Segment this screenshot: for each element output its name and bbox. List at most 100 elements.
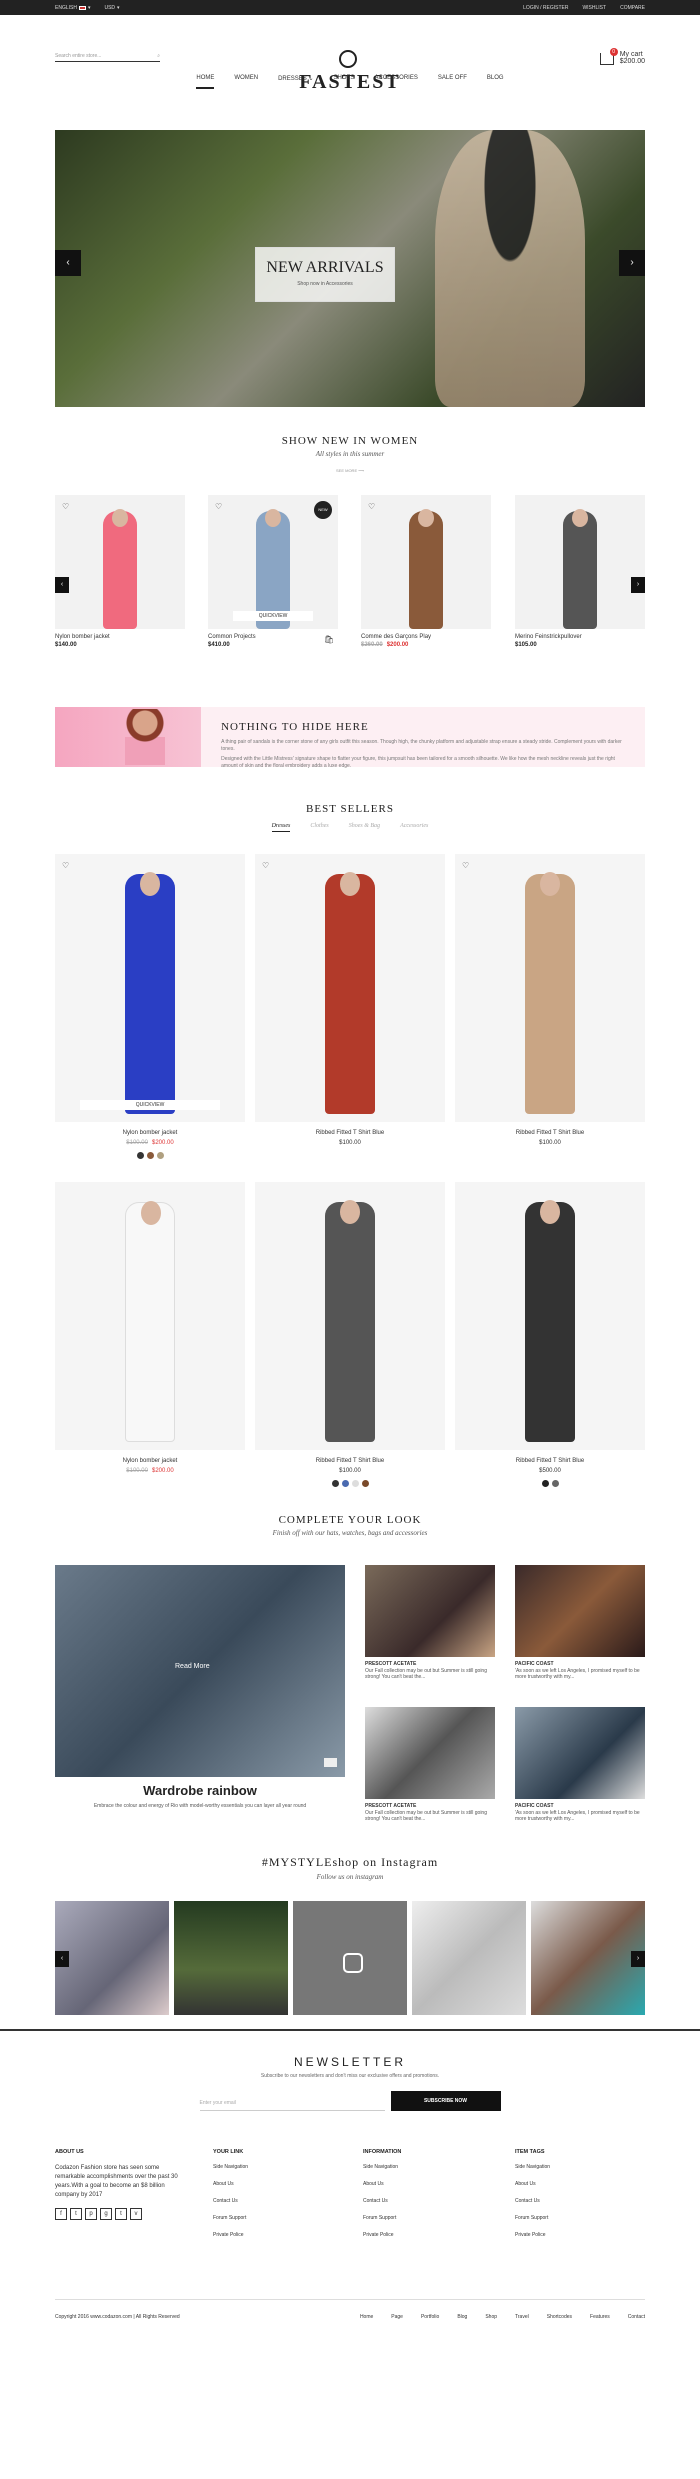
quickview-button[interactable]: QUICKVIEW	[80, 1100, 220, 1110]
product-image[interactable]	[255, 1182, 445, 1450]
footer-link[interactable]: About Us	[515, 2181, 645, 2187]
swatch[interactable]	[156, 1152, 164, 1159]
product-image[interactable]: ♡	[361, 495, 491, 629]
login-link[interactable]: LOGIN / REGISTER	[523, 5, 568, 11]
footer-link[interactable]: Private Police	[213, 2232, 343, 2238]
blog-post[interactable]: PRESCOTT ACETATE Our Fall collection may…	[365, 1707, 495, 1822]
blog-title[interactable]: PACIFIC COAST	[515, 1661, 645, 1667]
hero-caption[interactable]: NEW ARRIVALS Shop now in Accessories	[255, 247, 395, 302]
prev-arrow-icon[interactable]: ‹	[55, 250, 81, 276]
footer-link[interactable]: Contact Us	[213, 2198, 343, 2204]
email-field[interactable]: Enter your email	[199, 2091, 385, 2111]
subscribe-button[interactable]: SUBSCRIBE NOW	[390, 2091, 501, 2111]
tab-accessories[interactable]: Accessories	[400, 823, 428, 832]
bottom-link[interactable]: Shop	[485, 2314, 497, 2320]
swatch[interactable]	[361, 1480, 369, 1487]
swatch[interactable]	[331, 1480, 339, 1487]
product-name[interactable]: Comme des Garçons Play	[361, 634, 491, 640]
blog-title[interactable]: PACIFIC COAST	[515, 1803, 645, 1809]
bottom-link[interactable]: Home	[360, 2314, 373, 2320]
facebook-icon[interactable]: f	[55, 2208, 67, 2220]
search-input[interactable]: Search entire store... ⌕	[55, 53, 160, 62]
bottom-link[interactable]: Portfolio	[421, 2314, 439, 2320]
tumblr-icon[interactable]: t	[115, 2208, 127, 2220]
footer-link[interactable]: About Us	[363, 2181, 493, 2187]
bag-icon[interactable]: 🛍	[324, 635, 334, 644]
blog-post[interactable]: PACIFIC COAST 'As soon as we left Los An…	[515, 1565, 645, 1680]
product-card[interactable]: ♡ QUICKVIEW Nylon bomber jacket $100.00 $2…	[55, 854, 245, 1159]
product-card[interactable]: ♡ Ribbed Fitted T Shirt Blue $100.00	[255, 854, 445, 1146]
twitter-icon[interactable]: t	[70, 2208, 82, 2220]
product-card[interactable]: Merino Feinstrickpullover $105.00	[515, 495, 645, 648]
bottom-link[interactable]: Travel	[515, 2314, 529, 2320]
instagram-photo[interactable]	[293, 1901, 407, 2015]
heart-icon[interactable]: ♡	[262, 861, 269, 870]
product-image[interactable]: ♡	[255, 854, 445, 1122]
currency-selector[interactable]: USD ▾	[104, 5, 119, 11]
heart-icon[interactable]: ♡	[62, 502, 69, 511]
footer-link[interactable]: Forum Support	[363, 2215, 493, 2221]
blog-image[interactable]	[515, 1707, 645, 1799]
bottom-link[interactable]: Blog	[457, 2314, 467, 2320]
blog-image[interactable]	[365, 1565, 495, 1657]
instagram-photo[interactable]	[55, 1901, 169, 2015]
product-card[interactable]: ♡ Comme des Garçons Play $260.00 $200.00	[361, 495, 491, 648]
footer-link[interactable]: Side Navigation	[363, 2164, 493, 2170]
product-image[interactable]	[455, 1182, 645, 1450]
blog-big-image[interactable]: Read More	[55, 1565, 345, 1777]
quickview-button[interactable]: QUICKVIEW	[233, 611, 313, 621]
next-arrow-icon[interactable]: ›	[619, 250, 645, 276]
heart-icon[interactable]: ♡	[215, 502, 222, 511]
blog-image[interactable]	[515, 1565, 645, 1657]
product-image[interactable]: ♡	[55, 495, 185, 629]
heart-icon[interactable]: ♡	[368, 502, 375, 511]
nav-item-sale-off[interactable]: SALE OFF	[438, 75, 467, 89]
tab-clothes[interactable]: Clothes	[310, 823, 328, 832]
footer-link[interactable]: Forum Support	[515, 2215, 645, 2221]
product-card[interactable]: ♡ Ribbed Fitted T Shirt Blue $100.00	[455, 854, 645, 1146]
product-name[interactable]: Nylon bomber jacket	[55, 1458, 245, 1464]
product-card[interactable]: ♡ Nylon bomber jacket $140.00	[55, 495, 185, 648]
next-arrow-icon[interactable]: ›	[631, 1951, 645, 1967]
nav-item-accessories[interactable]: ACCESSORIES	[375, 75, 418, 89]
search-icon[interactable]: ⌕	[157, 53, 160, 59]
compare-link[interactable]: COMPARE	[620, 5, 645, 11]
footer-link[interactable]: Side Navigation	[213, 2164, 343, 2170]
footer-link[interactable]: Side Navigation	[515, 2164, 645, 2170]
heart-icon[interactable]: ♡	[62, 861, 69, 870]
product-image[interactable]	[55, 1182, 245, 1450]
instagram-photo[interactable]	[412, 1901, 526, 2015]
bottom-link[interactable]: Features	[590, 2314, 610, 2320]
tab-shoes-bag[interactable]: Shoes & Bag	[349, 823, 380, 832]
footer-link[interactable]: Private Police	[515, 2232, 645, 2238]
swatch[interactable]	[551, 1480, 559, 1487]
footer-link[interactable]: Private Police	[363, 2232, 493, 2238]
product-image[interactable]: ♡ NEW QUICKVIEW	[208, 495, 338, 629]
footer-link[interactable]: Contact Us	[515, 2198, 645, 2204]
prev-arrow-icon[interactable]: ‹	[55, 1951, 69, 1967]
footer-link[interactable]: Contact Us	[363, 2198, 493, 2204]
product-name[interactable]: Merino Feinstrickpullover	[515, 634, 645, 640]
footer-link[interactable]: Forum Support	[213, 2215, 343, 2221]
see-more-link[interactable]: SEE MORE ⟶	[55, 468, 645, 473]
cart[interactable]: 0 My cart $200.00	[599, 48, 645, 65]
product-image[interactable]	[515, 495, 645, 629]
footer-link[interactable]: About Us	[213, 2181, 343, 2187]
bottom-link[interactable]: Shortcodes	[547, 2314, 572, 2320]
swatch[interactable]	[146, 1152, 154, 1159]
hero-subtitle[interactable]: Shop now in Accessories	[256, 281, 394, 287]
product-name[interactable]: Ribbed Fitted T Shirt Blue	[255, 1458, 445, 1464]
bottom-link[interactable]: Contact	[628, 2314, 645, 2320]
swatch[interactable]	[351, 1480, 359, 1487]
blog-big-title[interactable]: Wardrobe rainbow	[55, 1783, 345, 1798]
tab-dresses[interactable]: Dresses	[271, 823, 291, 832]
product-card[interactable]: Ribbed Fitted T Shirt Blue $100.00	[255, 1182, 445, 1487]
product-name[interactable]: Common Projects	[208, 634, 338, 640]
product-card[interactable]: ♡ NEW QUICKVIEW Common Projects $410.00 🛍	[208, 495, 338, 648]
product-name[interactable]: Ribbed Fitted T Shirt Blue	[455, 1130, 645, 1136]
prev-arrow-icon[interactable]: ‹	[55, 577, 69, 593]
pinterest-icon[interactable]: p	[85, 2208, 97, 2220]
heart-icon[interactable]: ♡	[462, 861, 469, 870]
nav-item-blog[interactable]: BLOG	[487, 75, 504, 89]
product-card[interactable]: Nylon bomber jacket $100.00 $200.00	[55, 1182, 245, 1474]
